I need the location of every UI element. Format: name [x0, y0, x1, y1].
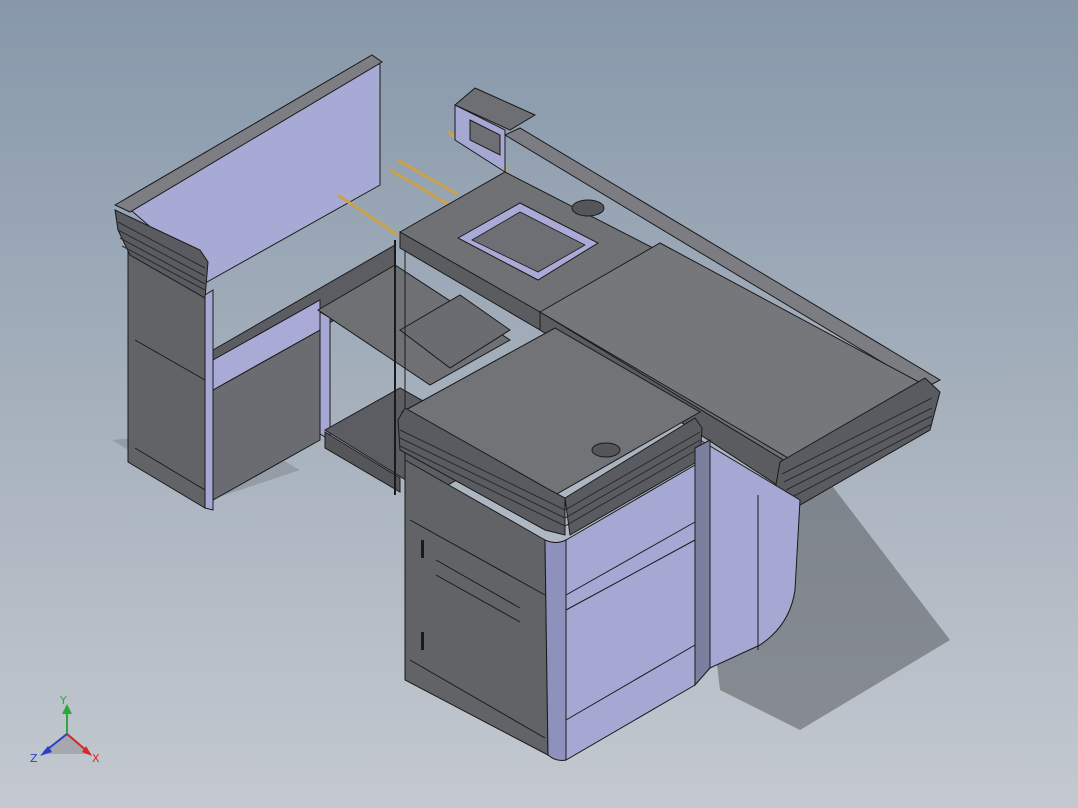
cabinet-side-panel[interactable]: [694, 439, 711, 687]
view-triad[interactable]: Y X Z: [22, 692, 112, 772]
cabinet-latch[interactable]: [421, 632, 424, 650]
checkout-counter-model[interactable]: [0, 0, 1078, 808]
x-axis-label: X: [92, 752, 100, 765]
bagging-left-front[interactable]: [204, 289, 214, 511]
cashier-cabinet[interactable]: [397, 327, 711, 761]
z-axis-label: Z: [30, 752, 38, 765]
cabinet-corner[interactable]: [544, 539, 567, 761]
cabinet-top-slot[interactable]: [591, 442, 621, 458]
cable-slot[interactable]: [571, 199, 605, 217]
y-axis-label: Y: [59, 694, 67, 707]
graphics-viewport[interactable]: Y X Z: [0, 0, 1078, 808]
middle-shelf-frame[interactable]: [319, 311, 331, 441]
cabinet-latch[interactable]: [421, 540, 424, 558]
